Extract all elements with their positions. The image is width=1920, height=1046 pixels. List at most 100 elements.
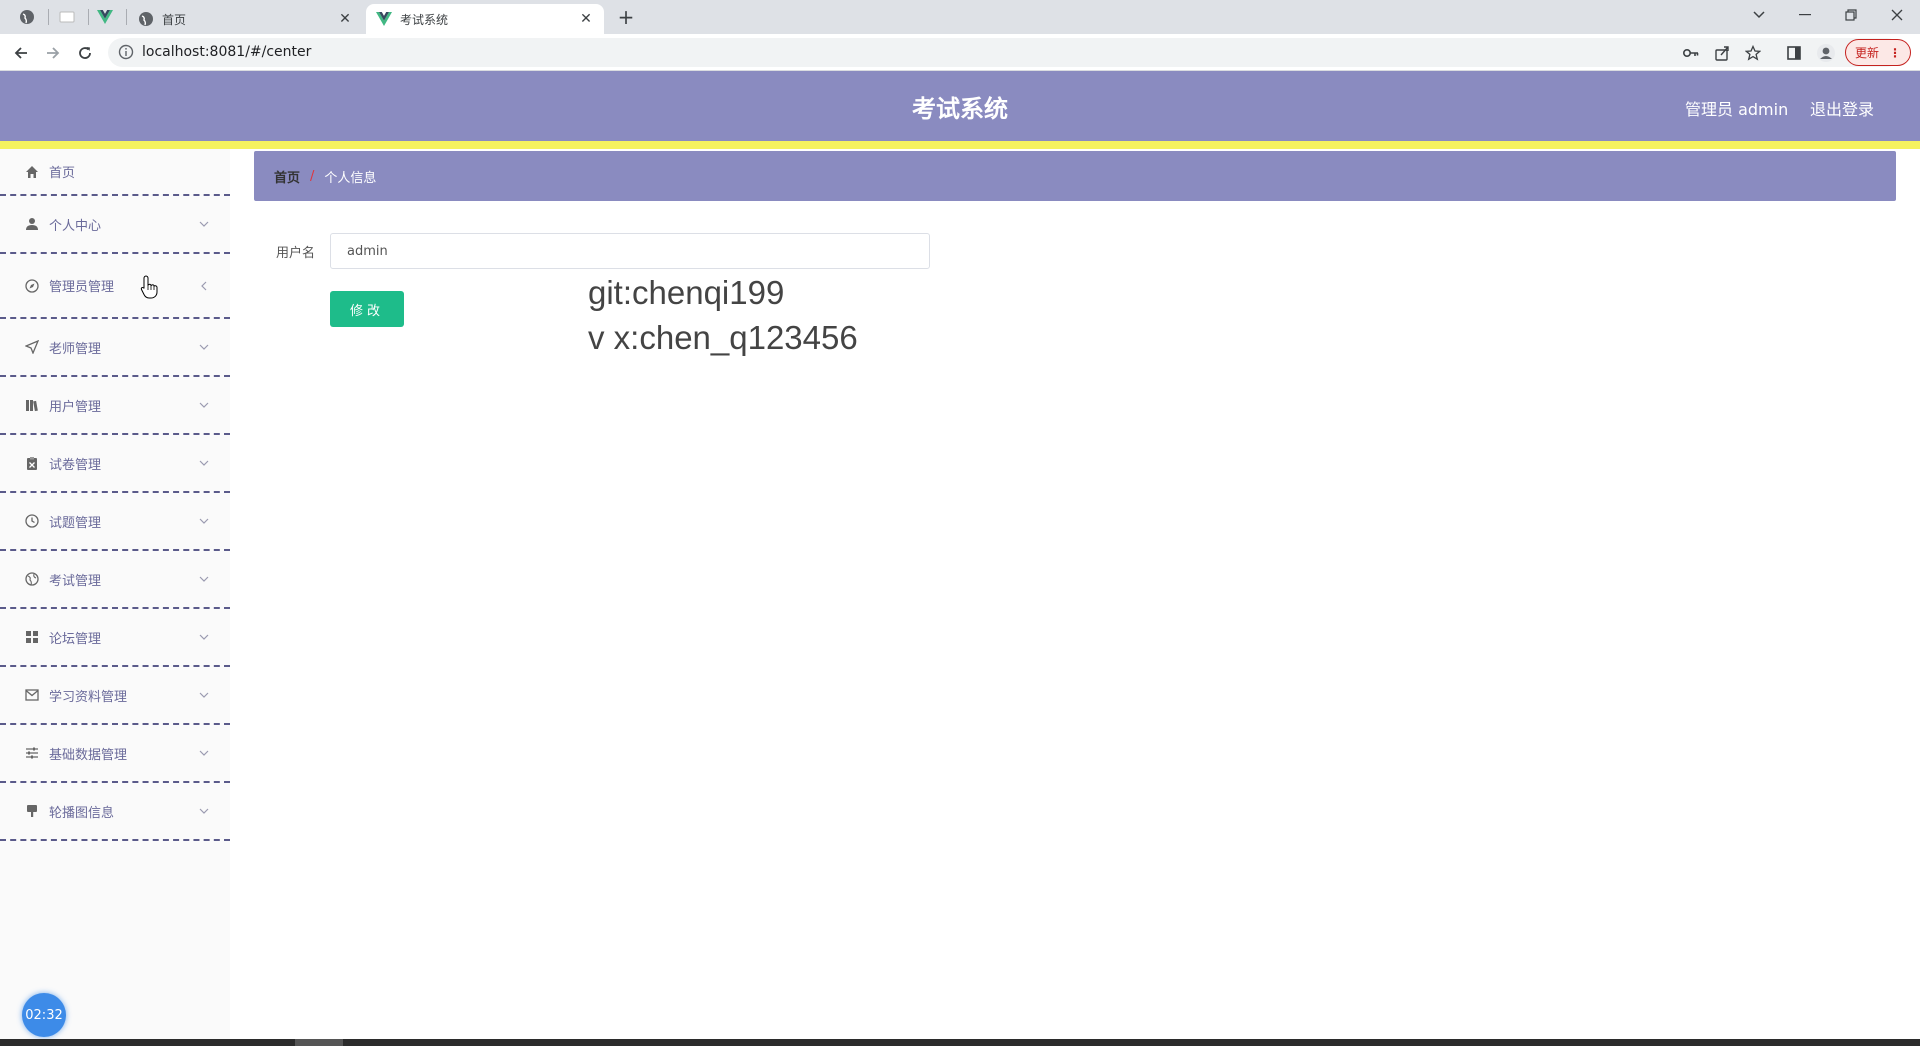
tab-title: 考试系统 [400, 12, 449, 27]
back-arrow-icon[interactable] [8, 40, 34, 66]
breadcrumb: 首页 / 个人信息 [254, 151, 1896, 201]
chevron-down-icon [198, 399, 210, 411]
sidebar-item-carousel-info[interactable]: 轮播图信息 [0, 783, 230, 841]
sidebar-item-label: 用户管理 [49, 399, 102, 415]
sidebar-item-label: 考试管理 [49, 573, 102, 589]
pinned-tab-vue[interactable] [86, 4, 124, 30]
mail-icon [24, 687, 40, 703]
chevron-left-icon [198, 280, 210, 292]
vue-logo-icon [376, 11, 392, 27]
page-icon [59, 11, 75, 23]
chevron-down-icon [198, 689, 210, 701]
restore-icon[interactable] [1828, 0, 1874, 30]
side-panel-icon[interactable] [1781, 40, 1807, 66]
update-button[interactable]: 更新 ⋮ [1845, 39, 1911, 66]
pinned-tab-globe[interactable] [8, 4, 46, 30]
url-text: localhost:8081/#/center [142, 44, 312, 60]
breadcrumb-current: 个人信息 [324, 170, 377, 186]
chevron-down-icon [198, 747, 210, 759]
header-accent-bar [0, 141, 1920, 149]
app-title: 考试系统 [912, 95, 1008, 123]
sidebar-item-user-management[interactable]: 用户管理 [0, 377, 230, 435]
watermark-line: git:chenqi199 [588, 274, 785, 311]
vue-logo-icon [97, 10, 113, 24]
chevron-down-icon [198, 515, 210, 527]
chevron-down-icon [198, 573, 210, 585]
reload-icon[interactable] [72, 40, 98, 66]
sidebar-item-label: 轮播图信息 [49, 805, 115, 821]
sidebar-item-home[interactable]: 首页 [0, 149, 230, 196]
home-icon [24, 164, 40, 180]
sidebar-item-personal-center[interactable]: 个人中心 [0, 196, 230, 254]
clipboard-icon [24, 455, 40, 471]
grid-icon [24, 629, 40, 645]
sidebar-item-teacher-management[interactable]: 老师管理 [0, 319, 230, 377]
sidebar-item-exam-management[interactable]: 考试管理 [0, 551, 230, 609]
user-icon [24, 216, 40, 232]
scrollbar-thumb[interactable] [295, 1039, 343, 1046]
send-icon [24, 339, 40, 355]
close-window-icon[interactable] [1874, 0, 1920, 30]
clock-icon [24, 513, 40, 529]
sidebar-item-forum-management[interactable]: 论坛管理 [0, 609, 230, 667]
watermark-line: v x:chen_q123456 [588, 319, 858, 356]
sidebar-item-label: 老师管理 [49, 341, 102, 357]
minimize-icon[interactable] [1782, 0, 1828, 30]
key-icon[interactable] [1681, 43, 1701, 63]
browser-toolbar: localhost:8081/#/center 更新 ⋮ [0, 34, 1920, 71]
brush-icon [24, 803, 40, 819]
tab-home[interactable]: 首页 ✕ [128, 4, 363, 34]
sidebar-item-admin-management[interactable]: 管理员管理 [0, 254, 230, 319]
bookmark-star-icon[interactable] [1743, 43, 1763, 63]
profile-avatar-icon[interactable] [1813, 40, 1839, 66]
pinned-tab-blank[interactable] [48, 4, 86, 30]
sidebar-item-exam-paper-management[interactable]: 试卷管理 [0, 435, 230, 493]
share-icon[interactable] [1712, 43, 1732, 63]
globe-icon [20, 10, 34, 24]
sidebar-item-question-management[interactable]: 试题管理 [0, 493, 230, 551]
sidebar-item-label: 管理员管理 [49, 280, 115, 295]
sidebar-item-study-material-management[interactable]: 学习资料管理 [0, 667, 230, 725]
breadcrumb-separator: / [310, 168, 315, 184]
sidebar-item-label: 论坛管理 [49, 631, 102, 647]
horizontal-scrollbar[interactable] [0, 1039, 1920, 1046]
more-vert-icon: ⋮ [1889, 45, 1901, 60]
sidebar-item-label: 学习资料管理 [49, 689, 128, 705]
globe-icon [24, 571, 40, 587]
username-label: 用户名 [276, 246, 316, 261]
tab-exam-system[interactable]: 考试系统 ✕ [366, 4, 604, 34]
sliders-icon [24, 745, 40, 761]
info-icon[interactable] [118, 44, 134, 60]
sidebar-item-label: 试卷管理 [49, 457, 102, 473]
app-header: 考试系统 管理员 admin 退出登录 [0, 71, 1920, 141]
floating-clock-badge[interactable]: 02:32 [22, 993, 66, 1037]
username-input[interactable] [330, 233, 930, 269]
logout-button[interactable]: 退出登录 [1810, 96, 1874, 120]
sidebar-item-label: 首页 [49, 166, 76, 181]
chevron-down-icon [198, 457, 210, 469]
sidebar: 首页 个人中心 管理员管理 老师管理 用户管理 试卷管理 试题管理 考试管理 论… [0, 149, 230, 1039]
new-tab-button[interactable]: + [614, 5, 638, 29]
chevron-down-icon [198, 218, 210, 230]
globe-icon [138, 11, 154, 27]
forward-arrow-icon[interactable] [40, 40, 66, 66]
chevron-down-icon [198, 631, 210, 643]
breadcrumb-home-link[interactable]: 首页 [274, 167, 300, 186]
sidebar-item-label: 个人中心 [49, 218, 102, 234]
sidebar-item-label: 基础数据管理 [49, 747, 128, 763]
sidebar-item-label: 试题管理 [49, 515, 102, 531]
hand-cursor-icon [140, 275, 158, 299]
chevron-down-icon [198, 341, 210, 353]
sidebar-item-base-data-management[interactable]: 基础数据管理 [0, 725, 230, 783]
close-icon[interactable]: ✕ [578, 11, 594, 27]
update-label: 更新 [1854, 46, 1879, 60]
books-icon [24, 397, 40, 413]
current-user: 管理员 admin [1685, 100, 1789, 119]
watermark-text: git:chenqi199 v x:chen_q123456 [588, 270, 858, 360]
chevron-down-icon [198, 805, 210, 817]
tab-search-icon[interactable] [1736, 0, 1782, 30]
save-button[interactable]: 修改 [330, 291, 404, 327]
close-icon[interactable]: ✕ [337, 11, 353, 27]
compass-icon [24, 278, 40, 294]
address-bar[interactable]: localhost:8081/#/center [108, 38, 1901, 67]
